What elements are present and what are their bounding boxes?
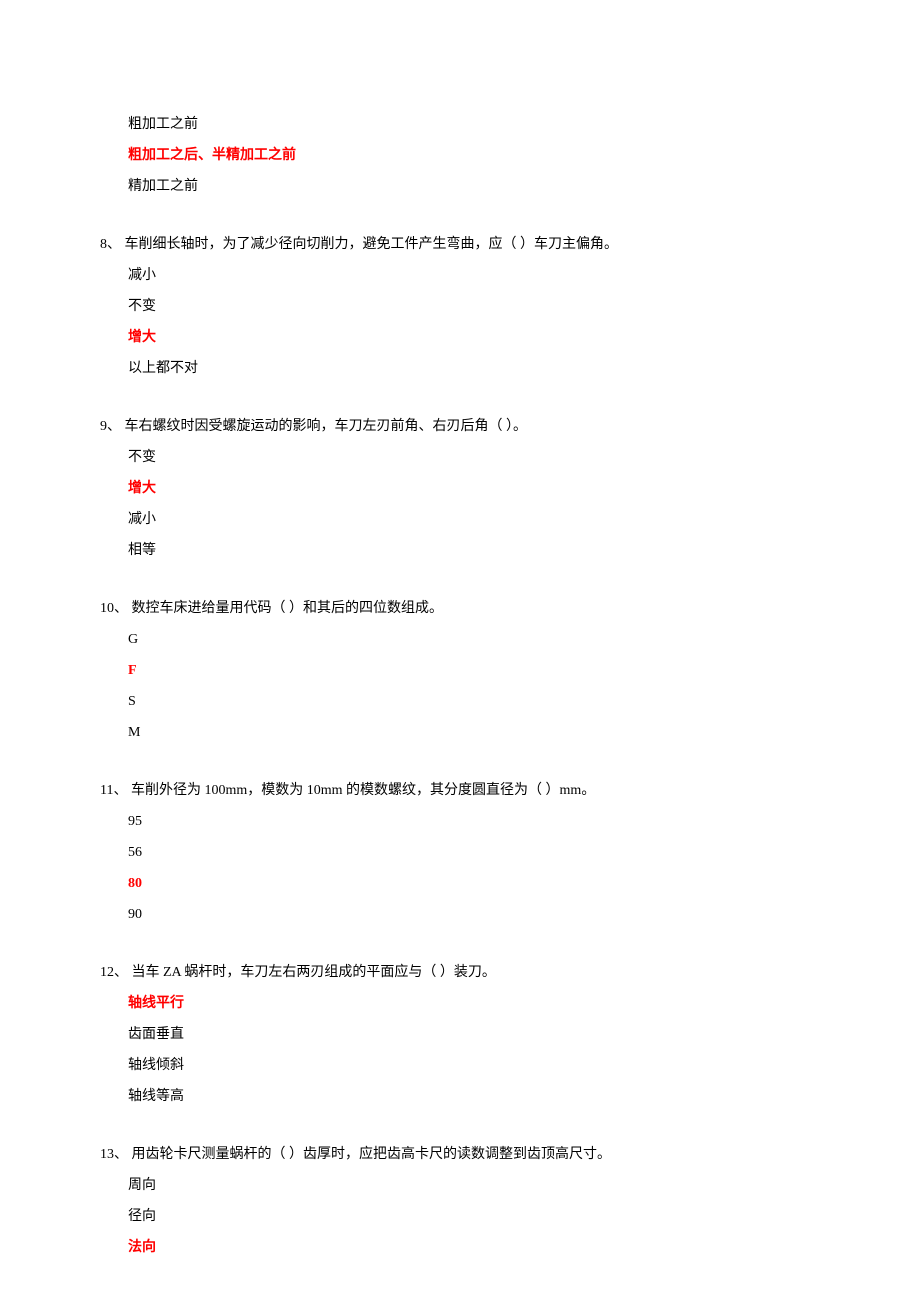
question-13: 13、 用齿轮卡尺测量蜗杆的（ ）齿厚时，应把齿高卡尺的读数调整到齿顶高尺寸。 — [100, 1140, 820, 1171]
question-number: 9、 — [100, 419, 121, 434]
option-item: 以上都不对 — [100, 354, 820, 385]
option-item: 精加工之前 — [100, 172, 820, 203]
question-10: 10、 数控车床进给量用代码（ ）和其后的四位数组成。 — [100, 594, 820, 625]
question-text: 车右螺纹时因受螺旋运动的影响，车刀左刃前角、右刃后角（ ）。 — [121, 419, 527, 434]
option-item: 粗加工之前 — [100, 110, 820, 141]
option-item: 95 — [100, 807, 820, 838]
option-item-correct: 80 — [100, 869, 820, 900]
option-item: 相等 — [100, 536, 820, 567]
option-item: 56 — [100, 838, 820, 869]
question-9: 9、 车右螺纹时因受螺旋运动的影响，车刀左刃前角、右刃后角（ ）。 — [100, 412, 820, 443]
question-text: 用齿轮卡尺测量蜗杆的（ ）齿厚时，应把齿高卡尺的读数调整到齿顶高尺寸。 — [128, 1147, 611, 1162]
question-number: 11、 — [100, 783, 127, 798]
question-text: 数控车床进给量用代码（ ）和其后的四位数组成。 — [128, 601, 443, 616]
question-text: 当车 ZA 蜗杆时，车刀左右两刃组成的平面应与（ ）装刀。 — [128, 965, 496, 980]
option-item: 90 — [100, 900, 820, 931]
option-item: 不变 — [100, 292, 820, 323]
question-number: 12、 — [100, 965, 128, 980]
option-item: G — [100, 625, 820, 656]
question-12: 12、 当车 ZA 蜗杆时，车刀左右两刃组成的平面应与（ ）装刀。 — [100, 958, 820, 989]
question-text: 车削细长轴时，为了减少径向切削力，避免工件产生弯曲，应（ ）车刀主偏角。 — [121, 237, 618, 252]
question-8: 8、 车削细长轴时，为了减少径向切削力，避免工件产生弯曲，应（ ）车刀主偏角。 — [100, 230, 820, 261]
question-number: 8、 — [100, 237, 121, 252]
option-item-correct: F — [100, 656, 820, 687]
option-item: 径向 — [100, 1202, 820, 1233]
option-item: S — [100, 687, 820, 718]
option-item-correct: 增大 — [100, 474, 820, 505]
option-item: 减小 — [100, 261, 820, 292]
option-item: 不变 — [100, 443, 820, 474]
option-item-correct: 粗加工之后、半精加工之前 — [100, 141, 820, 172]
option-item: 轴线倾斜 — [100, 1051, 820, 1082]
option-item-correct: 轴线平行 — [100, 989, 820, 1020]
document-page: 粗加工之前 粗加工之后、半精加工之前 精加工之前 8、 车削细长轴时，为了减少径… — [0, 0, 920, 1302]
option-item: 减小 — [100, 505, 820, 536]
question-number: 13、 — [100, 1147, 128, 1162]
option-item-correct: 增大 — [100, 323, 820, 354]
option-item: 周向 — [100, 1171, 820, 1202]
question-number: 10、 — [100, 601, 128, 616]
option-item: M — [100, 718, 820, 749]
option-item: 齿面垂直 — [100, 1020, 820, 1051]
option-item: 轴线等高 — [100, 1082, 820, 1113]
question-11: 11、 车削外径为 100mm，模数为 10mm 的模数螺纹，其分度圆直径为（ … — [100, 776, 820, 807]
option-item-correct: 法向 — [100, 1233, 820, 1264]
question-text: 车削外径为 100mm，模数为 10mm 的模数螺纹，其分度圆直径为（ ）mm。 — [127, 783, 595, 798]
